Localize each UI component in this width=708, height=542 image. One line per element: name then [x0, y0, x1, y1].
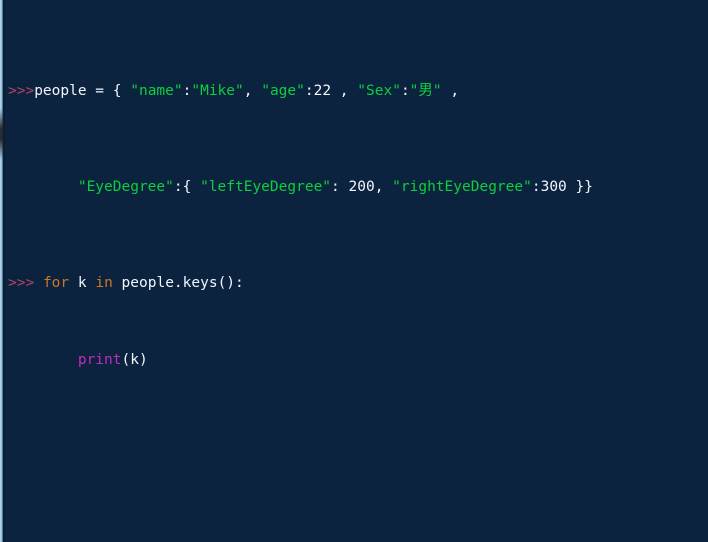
prompt-marker: >>>	[8, 274, 35, 291]
colon-6: :	[531, 178, 541, 195]
console-line-list: >>>people = { "name":"Mike", "age":22 , …	[8, 5, 708, 542]
number-age: 22	[313, 82, 332, 99]
loop-variable-k: k	[69, 274, 96, 291]
string-age-key: "age"	[261, 82, 305, 99]
iterable-keys-call: people.keys():	[112, 274, 244, 291]
string-lefteye-key: "leftEyeDegree"	[200, 178, 332, 195]
string-name-key: "name"	[130, 82, 183, 99]
code-line-dict-literal-part2: "EyeDegree":{ "leftEyeDegree": 200, "rig…	[8, 178, 708, 197]
continuation-indent	[8, 179, 78, 195]
string-eyedegree-key: "EyeDegree"	[77, 178, 174, 195]
string-sex-value: "男"	[409, 82, 442, 99]
dict-closing-braces: }}	[566, 178, 593, 195]
prompt-marker: >>>	[8, 82, 35, 99]
colon-3: :	[400, 82, 410, 99]
body-indent	[8, 352, 78, 368]
number-lefteye: 200	[348, 178, 375, 195]
keyword-for: for	[42, 274, 70, 291]
comma-4: ,	[374, 178, 393, 195]
comma-3: ,	[441, 82, 460, 99]
keyword-in: in	[95, 274, 113, 291]
code-line-for-keys: >>> for k in people.keys():	[8, 274, 708, 293]
number-righteye: 300	[540, 178, 567, 195]
colon-4: :{	[173, 178, 201, 195]
window-left-border-highlight	[0, 108, 4, 160]
string-righteye-key: "rightEyeDegree"	[392, 178, 532, 195]
colon-5: :	[331, 178, 349, 195]
function-print: print	[77, 351, 122, 368]
code-assignment-head: people = {	[34, 82, 131, 99]
comma-1: ,	[243, 82, 262, 99]
string-name-value: "Mike"	[191, 82, 244, 99]
code-line-dict-literal-part1: >>>people = { "name":"Mike", "age":22 , …	[8, 82, 708, 101]
code-line-print-k: print(k)	[8, 351, 708, 370]
console-output-area[interactable]: >>> >>>people = { "name":"Mike", "age":2…	[5, 0, 708, 542]
python-shell-window: >>> >>>people = { "name":"Mike", "age":2…	[0, 0, 708, 542]
colon-2: :	[304, 82, 314, 99]
string-sex-key: "Sex"	[357, 82, 401, 99]
print-args-k: (k)	[121, 351, 148, 368]
comma-2: ,	[331, 82, 358, 99]
